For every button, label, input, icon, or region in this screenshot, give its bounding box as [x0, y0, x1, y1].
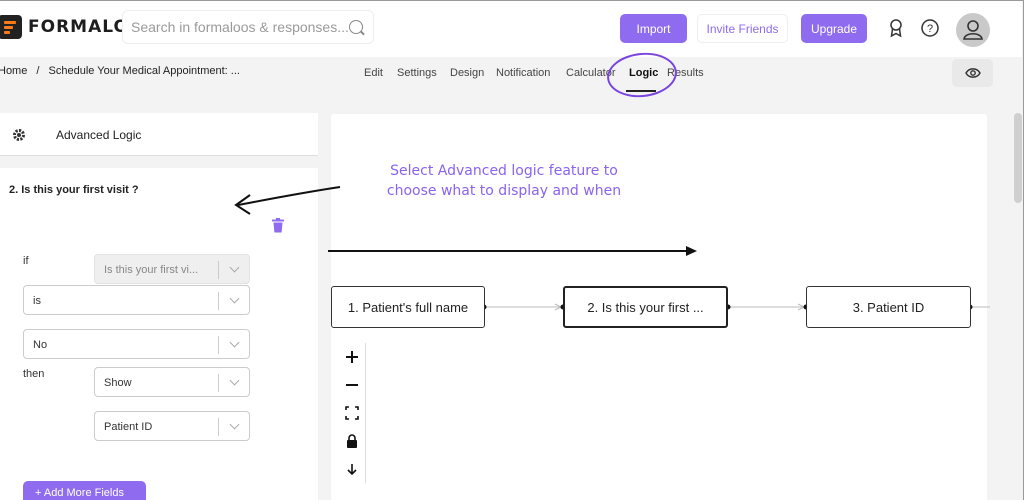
flow-node-first-visit[interactable]: 2. Is this your first ...	[563, 286, 728, 328]
arrow-head-right	[686, 246, 697, 256]
annotation-arrows	[234, 186, 990, 311]
zoom-in-icon[interactable]	[338, 343, 366, 371]
fit-view-icon[interactable]	[338, 399, 366, 427]
zoom-out-icon[interactable]	[338, 371, 366, 399]
flow-node-patient-name[interactable]: 1. Patient's full name	[331, 286, 485, 328]
arrow-down-icon[interactable]	[338, 455, 366, 483]
flow-node-patient-id[interactable]: 3. Patient ID	[806, 286, 971, 328]
arrow-to-sidebar	[237, 186, 341, 206]
lock-icon[interactable]	[338, 427, 366, 455]
scrollbar[interactable]	[1014, 113, 1022, 203]
